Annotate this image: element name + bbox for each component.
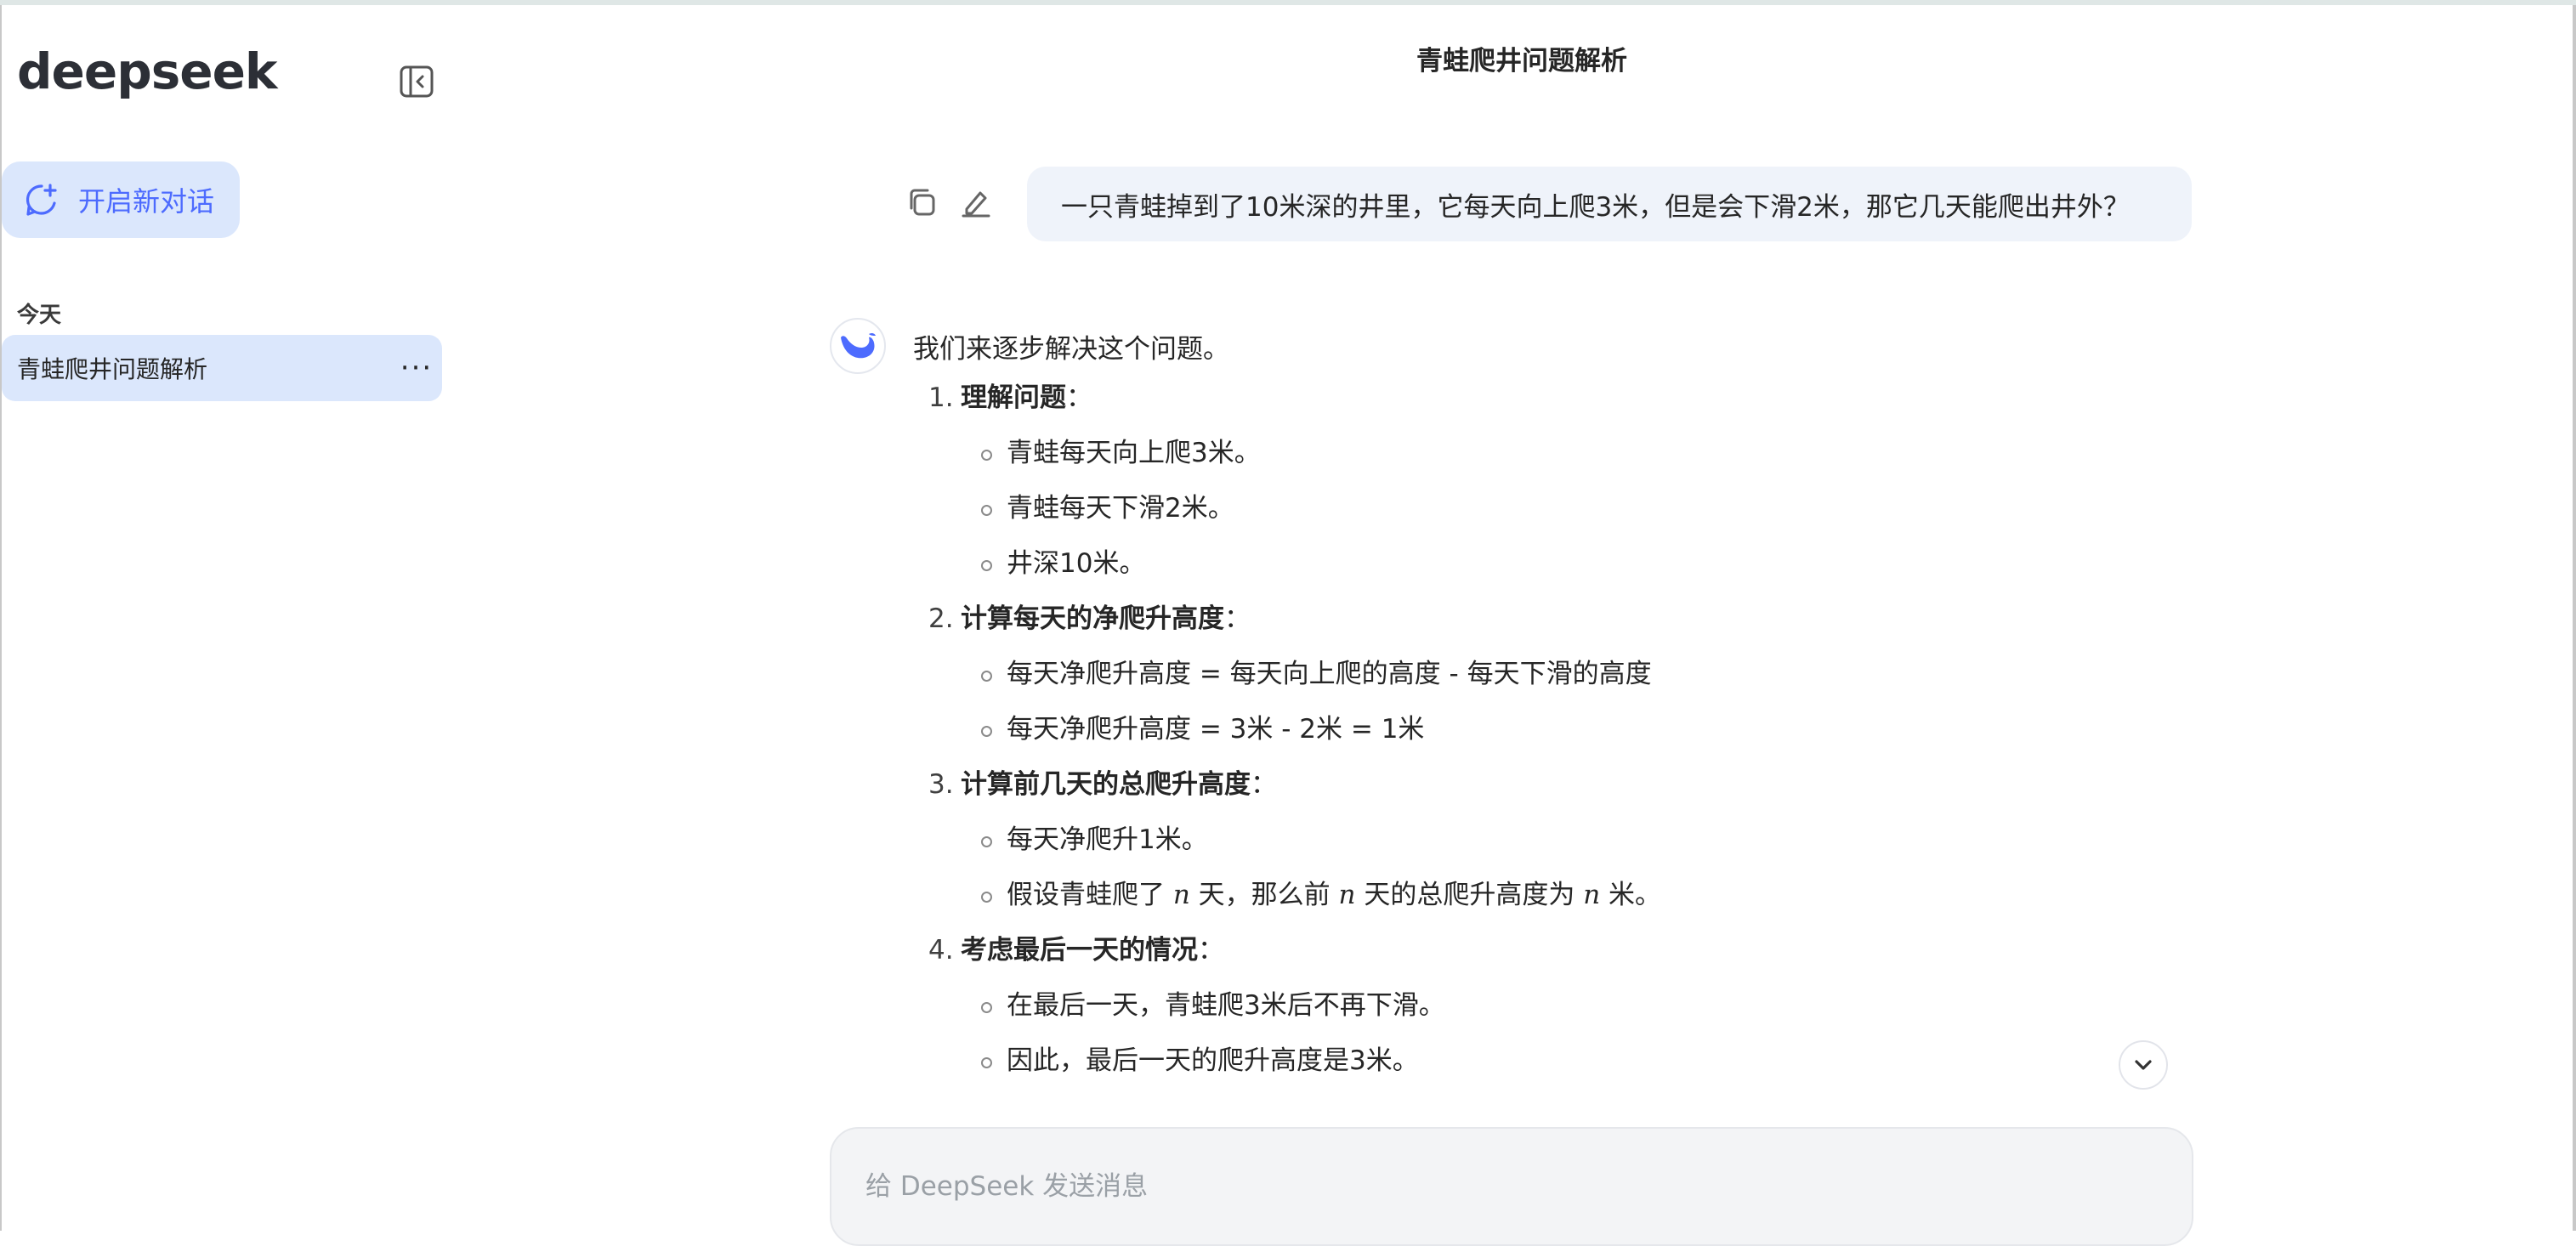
sidebar-collapse-button[interactable] xyxy=(398,63,435,100)
step-title: 计算每天的净爬升高度 xyxy=(961,603,1224,634)
step-colon: ： xyxy=(1198,935,1224,966)
chevron-down-icon xyxy=(2135,1060,2152,1070)
list-item: 每天净爬升高度 = 3米 - 2米 = 1米 xyxy=(913,702,2188,757)
list-item: 在最后一天，青蛙爬3米后不再下滑。 xyxy=(913,978,2188,1034)
sidebar: deepseek 开启新对话 今天 青蛙爬井问题解析 ··· xyxy=(2,5,452,1231)
more-options-icon[interactable]: ··· xyxy=(391,351,442,385)
edit-icon xyxy=(962,191,990,218)
list-item-math: 假设青蛙爬了 n 天，那么前 n 天的总爬升高度为 n 米。 xyxy=(913,868,2188,923)
new-chat-icon xyxy=(26,184,57,216)
history-item-frog-well[interactable]: 青蛙爬井问题解析 ··· xyxy=(2,335,442,401)
new-chat-label: 开启新对话 xyxy=(78,185,215,218)
history-group-title: 今天 xyxy=(17,303,62,328)
step-number: 4. xyxy=(928,935,954,966)
step-number: 2. xyxy=(928,603,954,634)
app-logo: deepseek xyxy=(17,42,277,100)
list-item: 井深10米。 xyxy=(913,536,2188,592)
list-item: 青蛙每天下滑2米。 xyxy=(913,481,2188,536)
list-item: 每天净爬升高度 = 每天向上爬的高度 - 每天下滑的高度 xyxy=(913,647,2188,702)
step-2: 2. 计算每天的净爬升高度： 每天净爬升高度 = 每天向上爬的高度 - 每天下滑的… xyxy=(913,592,2188,757)
math-variable: n xyxy=(1338,880,1356,910)
step-heading: 1. 理解问题： xyxy=(913,371,2188,426)
sidebar-collapse-icon xyxy=(400,65,434,98)
history-item-label: 青蛙爬井问题解析 xyxy=(17,355,208,383)
answer-intro: 我们来逐步解决这个问题。 xyxy=(913,334,1229,365)
assistant-avatar xyxy=(830,318,886,374)
step-heading: 4. 考虑最后一天的情况： xyxy=(913,923,2188,978)
math-text: 假设青蛙爬了 xyxy=(1007,880,1173,910)
math-text: 天，那么前 xyxy=(1189,880,1339,910)
window-right-border xyxy=(2573,5,2576,1231)
list-item: 青蛙每天向上爬3米。 xyxy=(913,426,2188,481)
math-variable: n xyxy=(1583,880,1601,910)
step-3: 3. 计算前几天的总爬升高度： 每天净爬升1米。 假设青蛙爬了 n 天，那么前 n… xyxy=(913,757,2188,923)
step-heading: 3. 计算前几天的总爬升高度： xyxy=(913,757,2188,813)
step-number: 3. xyxy=(928,769,954,800)
new-chat-button[interactable]: 开启新对话 xyxy=(2,161,240,238)
math-variable: n xyxy=(1172,880,1190,910)
edit-button[interactable] xyxy=(957,184,995,221)
copy-icon xyxy=(910,189,935,216)
list-item: 因此，最后一天的爬升高度是3米。 xyxy=(913,1034,2188,1089)
copy-button[interactable] xyxy=(903,184,940,221)
list-item: 每天净爬升1米。 xyxy=(913,813,2188,868)
step-title: 理解问题 xyxy=(961,382,1066,413)
message-input[interactable]: 给 DeepSeek 发送消息 xyxy=(830,1127,2193,1246)
step-4: 4. 考虑最后一天的情况： 在最后一天，青蛙爬3米后不再下滑。 因此，最后一天的爬… xyxy=(913,923,2188,1089)
step-title: 考虑最后一天的情况 xyxy=(961,935,1198,966)
user-message-bubble: 一只青蛙掉到了10米深的井里，它每天向上爬3米，但是会下滑2米，那它几天能爬出井… xyxy=(1027,167,2192,241)
chat-title: 青蛙爬井问题解析 xyxy=(1416,46,1627,76)
step-colon: ： xyxy=(1066,382,1092,413)
math-text: 米。 xyxy=(1600,880,1662,910)
message-input-placeholder: 给 DeepSeek 发送消息 xyxy=(865,1171,1149,1202)
step-heading: 2. 计算每天的净爬升高度： xyxy=(913,592,2188,647)
deepseek-whale-icon xyxy=(841,332,876,359)
step-1: 1. 理解问题： 青蛙每天向上爬3米。 青蛙每天下滑2米。 井深10米。 xyxy=(913,371,2188,592)
math-text: 天的总爬升高度为 xyxy=(1355,880,1584,910)
assistant-answer: 我们来逐步解决这个问题。 1. 理解问题： 青蛙每天向上爬3米。 青蛙每天下滑2米… xyxy=(913,328,2188,1089)
step-number: 1. xyxy=(928,382,954,413)
step-title: 计算前几天的总爬升高度 xyxy=(961,769,1251,800)
step-colon: ： xyxy=(1251,769,1277,800)
scroll-to-bottom-button[interactable] xyxy=(2119,1040,2168,1090)
step-colon: ： xyxy=(1224,603,1251,634)
user-message-actions xyxy=(903,184,995,221)
answer-steps: 1. 理解问题： 青蛙每天向上爬3米。 青蛙每天下滑2米。 井深10米。 2. 计算… xyxy=(913,371,2188,1089)
